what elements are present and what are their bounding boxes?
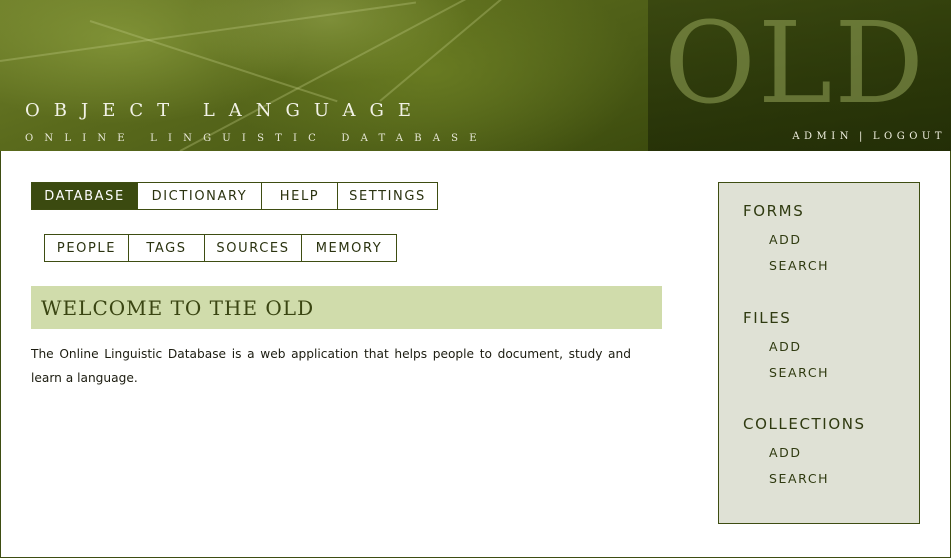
sidebar-group-forms: FORMS ADD SEARCH — [743, 201, 829, 279]
collections-search-link[interactable]: SEARCH — [769, 466, 866, 492]
collections-add-link[interactable]: ADD — [769, 440, 866, 466]
header-banner: OLD OBJECT LANGUAGE ONLINE LINGUISTIC DA… — [0, 0, 951, 151]
account-separator: | — [859, 131, 867, 142]
admin-link[interactable]: ADMIN — [792, 131, 853, 142]
sidebar-group-files: FILES ADD SEARCH — [743, 308, 829, 386]
sidebar-heading-files: FILES — [743, 309, 792, 327]
old-logo: OLD — [664, 0, 926, 129]
sidebar: FORMS ADD SEARCH FILES ADD SEARCH COLLEC… — [718, 182, 920, 524]
tab-sources[interactable]: SOURCES — [204, 234, 302, 262]
sidebar-group-collections: COLLECTIONS ADD SEARCH — [743, 414, 866, 492]
leaf-vein — [379, 0, 580, 102]
logout-link[interactable]: LOGOUT — [873, 131, 946, 142]
leaf-vein — [0, 1, 417, 62]
welcome-banner: WELCOME TO THE OLD — [31, 286, 662, 329]
account-links: ADMIN | LOGOUT — [792, 131, 946, 142]
tab-database[interactable]: DATABASE — [31, 182, 138, 210]
page-heading: WELCOME TO THE OLD — [41, 295, 315, 320]
sub-tabs: PEOPLE TAGS SOURCES MEMORY — [44, 234, 397, 262]
tab-help[interactable]: HELP — [261, 182, 338, 210]
forms-search-link[interactable]: SEARCH — [769, 253, 829, 279]
site-title[interactable]: OBJECT LANGUAGE — [25, 100, 425, 121]
tab-tags[interactable]: TAGS — [128, 234, 205, 262]
forms-add-link[interactable]: ADD — [769, 227, 829, 253]
tab-people[interactable]: PEOPLE — [44, 234, 129, 262]
tab-settings[interactable]: SETTINGS — [337, 182, 438, 210]
sidebar-heading-collections: COLLECTIONS — [743, 415, 866, 433]
leaf-vein — [89, 20, 338, 103]
sidebar-heading-forms: FORMS — [743, 202, 805, 220]
files-add-link[interactable]: ADD — [769, 334, 829, 360]
files-search-link[interactable]: SEARCH — [769, 360, 829, 386]
intro-text: The Online Linguistic Database is a web … — [31, 347, 631, 385]
tab-memory[interactable]: MEMORY — [301, 234, 397, 262]
main-tabs: DATABASE DICTIONARY HELP SETTINGS — [31, 182, 438, 210]
leaf-vein — [179, 0, 472, 151]
site-subtitle: ONLINE LINGUISTIC DATABASE — [25, 133, 488, 144]
tab-dictionary[interactable]: DICTIONARY — [137, 182, 262, 210]
